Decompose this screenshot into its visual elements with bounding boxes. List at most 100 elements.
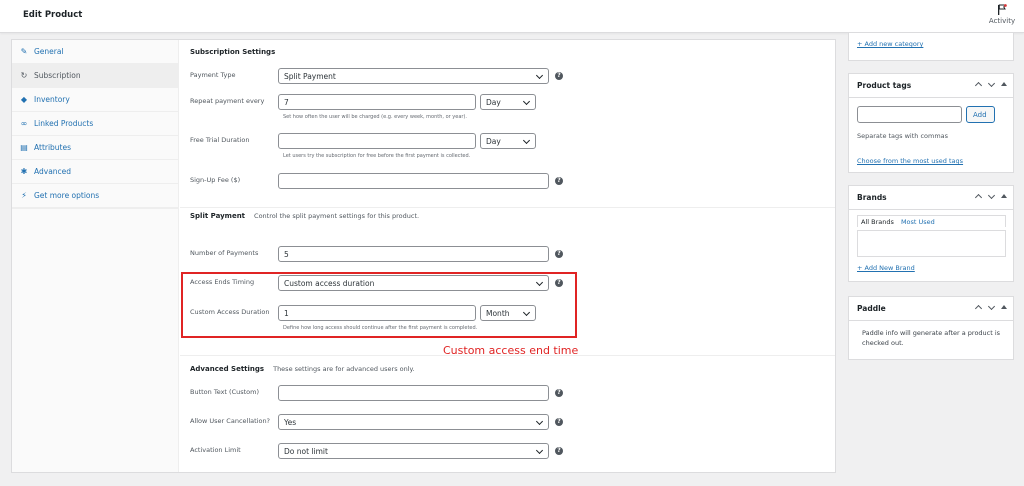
section-description: These settings are for advanced users on… bbox=[273, 365, 415, 373]
section-title-text: Advanced Settings bbox=[190, 365, 265, 373]
categories-box: + Add new category bbox=[848, 33, 1014, 61]
activation-limit-label: Activation Limit bbox=[190, 446, 241, 454]
product-data-panel: ✎ General ↻ Subscription ◆ Inventory ∞ Linke… bbox=[11, 39, 836, 473]
tab-label: Get more options bbox=[34, 191, 100, 200]
tab-label: Advanced bbox=[34, 167, 72, 176]
select-value: Do not limit bbox=[284, 446, 328, 456]
input-value: 5 bbox=[284, 249, 289, 259]
move-down-icon[interactable] bbox=[988, 81, 994, 87]
select-value: Split Payment bbox=[284, 71, 336, 81]
top-bar: Edit Product Activity bbox=[0, 0, 1024, 33]
move-down-icon[interactable] bbox=[988, 193, 994, 199]
tab-general[interactable]: ✎ General bbox=[12, 40, 178, 64]
flag-icon bbox=[998, 4, 1007, 15]
collapse-icon[interactable] bbox=[1001, 304, 1007, 310]
activity-button[interactable]: Activity bbox=[987, 4, 1017, 25]
button-text-input[interactable] bbox=[278, 385, 549, 401]
help-icon[interactable]: ? bbox=[555, 447, 563, 455]
add-brand-link[interactable]: + Add New Brand bbox=[857, 264, 915, 272]
help-icon[interactable]: ? bbox=[555, 177, 563, 185]
highlight-box bbox=[181, 272, 577, 338]
tab-linked-products[interactable]: ∞ Linked Products bbox=[12, 112, 178, 136]
trial-unit-select[interactable]: Day bbox=[480, 133, 536, 149]
subscription-settings-title: Subscription Settings bbox=[190, 48, 276, 56]
collapse-icon[interactable] bbox=[1001, 81, 1007, 87]
brands-box: Brands All Brands Most Used + Add New Br… bbox=[848, 185, 1014, 282]
repeat-unit-select[interactable]: Day bbox=[480, 94, 536, 110]
add-category-link[interactable]: + Add new category bbox=[857, 40, 923, 48]
tag-input[interactable] bbox=[857, 106, 962, 123]
move-up-icon[interactable] bbox=[975, 193, 981, 199]
tab-all-brands[interactable]: All Brands bbox=[861, 218, 894, 226]
add-tag-button[interactable]: Add bbox=[966, 106, 995, 123]
box-controls bbox=[975, 304, 1007, 310]
box-title: Paddle bbox=[857, 304, 886, 313]
gear-icon: ✱ bbox=[20, 167, 28, 176]
collapse-icon[interactable] bbox=[1001, 193, 1007, 199]
button-label: Add bbox=[973, 110, 987, 119]
input-value: 7 bbox=[284, 97, 289, 107]
signup-fee-input[interactable] bbox=[278, 173, 549, 189]
help-icon[interactable]: ? bbox=[555, 389, 563, 397]
annotation-label: Custom access end time bbox=[443, 344, 579, 357]
allow-cancel-select[interactable]: Yes bbox=[278, 414, 549, 430]
wrench-icon: ✎ bbox=[20, 47, 28, 56]
tab-inventory[interactable]: ◆ Inventory bbox=[12, 88, 178, 112]
button-text-label: Button Text (Custom) bbox=[190, 388, 260, 396]
trial-duration-input[interactable] bbox=[278, 133, 476, 149]
section-description: Control the split payment settings for t… bbox=[254, 212, 420, 220]
paddle-box: Paddle Paddle info will generate after a… bbox=[848, 296, 1014, 360]
help-icon[interactable]: ? bbox=[555, 418, 563, 426]
select-value: Day bbox=[486, 136, 501, 146]
move-up-icon[interactable] bbox=[975, 81, 981, 87]
section-title-text: Split Payment bbox=[190, 212, 246, 220]
payment-type-label: Payment Type bbox=[190, 71, 236, 79]
move-down-icon[interactable] bbox=[988, 304, 994, 310]
repeat-hint: Set how often the user will be charged (… bbox=[283, 114, 467, 120]
tab-attributes[interactable]: ▤ Attributes bbox=[12, 136, 178, 160]
split-payment-title: Split Payment Control the split payment s… bbox=[190, 212, 419, 220]
tab-label: Attributes bbox=[34, 143, 72, 152]
trial-hint: Let users try the subscription for free … bbox=[283, 153, 471, 159]
table-icon: ▤ bbox=[20, 143, 28, 152]
box-controls bbox=[975, 193, 1007, 199]
tab-subscription[interactable]: ↻ Subscription bbox=[12, 64, 178, 88]
select-value: Yes bbox=[284, 417, 297, 427]
repeat-interval-input[interactable]: 7 bbox=[278, 94, 476, 110]
divider bbox=[180, 207, 835, 208]
number-payments-label: Number of Payments bbox=[190, 249, 259, 257]
plug-icon: ⚡ bbox=[21, 191, 27, 200]
brand-tabs: All Brands Most Used bbox=[857, 215, 1006, 227]
paddle-info: Paddle info will generate after a produc… bbox=[862, 329, 1001, 347]
tab-get-more-options[interactable]: ⚡ Get more options bbox=[12, 184, 178, 208]
tab-label: Subscription bbox=[34, 71, 81, 80]
number-payments-input[interactable]: 5 bbox=[278, 246, 549, 262]
advanced-settings-title: Advanced Settings These settings are for … bbox=[190, 365, 415, 373]
move-up-icon[interactable] bbox=[975, 304, 981, 310]
activity-label: Activity bbox=[988, 17, 1016, 25]
tag-icon: ◆ bbox=[20, 95, 28, 104]
link-icon: ∞ bbox=[20, 119, 28, 128]
tab-most-used[interactable]: Most Used bbox=[901, 218, 935, 226]
tab-advanced[interactable]: ✱ Advanced bbox=[12, 160, 178, 184]
box-title: Brands bbox=[857, 193, 887, 202]
tag-separator-hint: Separate tags with commas bbox=[857, 132, 949, 140]
activation-limit-select[interactable]: Do not limit bbox=[278, 443, 549, 459]
choose-tags-link[interactable]: Choose from the most used tags bbox=[857, 157, 963, 165]
repeat-label: Repeat payment every bbox=[190, 97, 265, 105]
payment-type-select[interactable]: Split Payment bbox=[278, 68, 549, 84]
tab-label: Linked Products bbox=[34, 119, 94, 128]
trial-label: Free Trial Duration bbox=[190, 136, 250, 144]
page-title: Edit Product bbox=[23, 10, 83, 20]
tab-label: Inventory bbox=[34, 95, 70, 104]
subscription-content: Subscription Settings Payment Type Split… bbox=[180, 40, 835, 472]
help-icon[interactable]: ? bbox=[555, 72, 563, 80]
signup-fee-label: Sign-Up Fee ($) bbox=[190, 176, 241, 184]
box-title: Product tags bbox=[857, 81, 912, 90]
product-tags-box: Product tags Add Separate tags with comm… bbox=[848, 73, 1014, 173]
help-icon[interactable]: ? bbox=[555, 250, 563, 258]
select-value: Day bbox=[486, 97, 501, 107]
brand-list bbox=[857, 230, 1006, 257]
tab-label: General bbox=[34, 47, 64, 56]
product-tabs: ✎ General ↻ Subscription ◆ Inventory ∞ Linke… bbox=[12, 40, 179, 472]
